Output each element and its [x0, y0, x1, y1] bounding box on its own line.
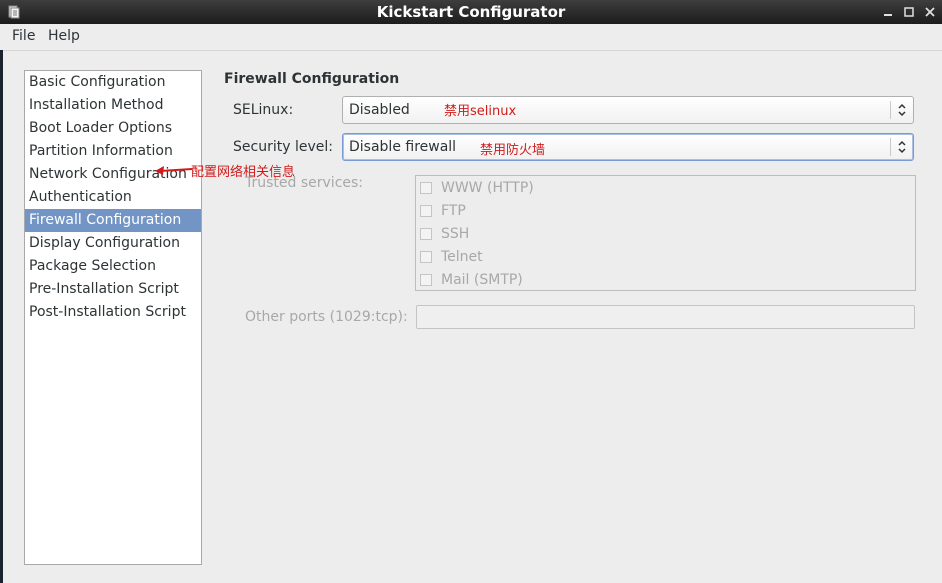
title-bar: Kickstart Configurator: [0, 0, 942, 24]
selinux-dropdown[interactable]: Disabled: [342, 96, 914, 124]
menu-file[interactable]: File: [12, 28, 35, 44]
category-list: Basic Configuration Installation Method …: [24, 70, 202, 565]
service-label: SSH: [441, 226, 470, 242]
sidebar-item-display-configuration[interactable]: Display Configuration: [25, 232, 201, 255]
checkbox-icon: [420, 205, 432, 217]
security-level-label: Security level:: [233, 139, 333, 155]
sidebar-item-package-selection[interactable]: Package Selection: [25, 255, 201, 278]
menu-help[interactable]: Help: [48, 28, 80, 44]
sidebar-item-pre-installation-script[interactable]: Pre-Installation Script: [25, 278, 201, 301]
service-label: WWW (HTTP): [441, 180, 534, 196]
checkbox-icon: [420, 251, 432, 263]
dropdown-separator: [890, 101, 891, 119]
up-down-chevron-icon: [898, 103, 906, 117]
service-label: Telnet: [441, 249, 483, 265]
service-label: Mail (SMTP): [441, 272, 523, 288]
security-level-value: Disable firewall: [349, 139, 457, 155]
dropdown-separator: [890, 138, 891, 156]
service-label: FTP: [441, 203, 466, 219]
selinux-value: Disabled: [349, 102, 410, 118]
selinux-annotation: 禁用selinux: [444, 104, 517, 119]
checkbox-icon: [420, 182, 432, 194]
checkbox-icon: [420, 228, 432, 240]
selinux-label: SELinux:: [233, 102, 294, 118]
menu-bar: File Help: [0, 24, 942, 51]
trusted-services-label: Trusted services:: [245, 175, 364, 191]
minimize-icon[interactable]: [880, 4, 896, 20]
security-level-annotation: 禁用防火墙: [480, 143, 546, 158]
sidebar-item-boot-loader-options[interactable]: Boot Loader Options: [25, 117, 201, 140]
sidebar-item-firewall-configuration[interactable]: Firewall Configuration: [25, 209, 201, 232]
sidebar-item-post-installation-script[interactable]: Post-Installation Script: [25, 301, 201, 324]
sidebar-item-authentication[interactable]: Authentication: [25, 186, 201, 209]
close-icon[interactable]: [922, 4, 938, 20]
page-title: Firewall Configuration: [224, 71, 400, 87]
other-ports-input[interactable]: [416, 305, 915, 329]
other-ports-label: Other ports (1029:tcp):: [245, 309, 408, 325]
checkbox-icon: [420, 274, 432, 286]
trusted-services-list: WWW (HTTP) FTP SSH Telnet Mail (SMTP): [415, 175, 916, 291]
security-level-dropdown[interactable]: Disable firewall: [342, 133, 914, 161]
up-down-chevron-icon: [898, 140, 906, 154]
window-title: Kickstart Configurator: [376, 3, 566, 21]
maximize-icon[interactable]: [901, 4, 917, 20]
sidebar-item-basic-configuration[interactable]: Basic Configuration: [25, 71, 201, 94]
window-edge: [0, 50, 3, 583]
sidebar-item-installation-method[interactable]: Installation Method: [25, 94, 201, 117]
